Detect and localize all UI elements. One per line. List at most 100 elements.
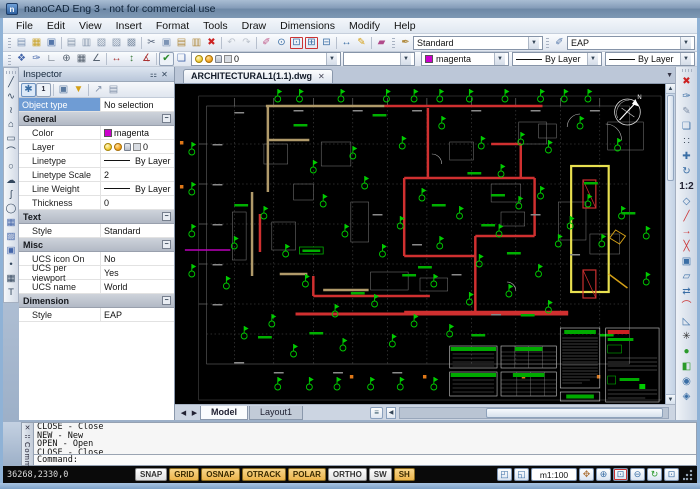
text-style-combo[interactable]: Standard ▼ <box>413 35 543 50</box>
fillet-icon[interactable]: ⌒ <box>678 299 695 314</box>
move-icon[interactable]: ✚ <box>678 149 695 164</box>
scale-icon[interactable]: 1:2 <box>678 179 695 194</box>
toolbar-grip[interactable] <box>392 37 395 48</box>
save-icon[interactable]: ▣ <box>44 36 59 50</box>
status-toggle-grid[interactable]: GRID <box>169 468 200 481</box>
menu-dimensions[interactable]: Dimensions <box>273 19 342 33</box>
zoom-in-icon[interactable]: ⊕ <box>596 468 611 481</box>
property-row-color[interactable]: Color magenta <box>19 126 174 140</box>
property-row-linetype[interactable]: Linetype By Layer <box>19 154 174 168</box>
property-row-thickness[interactable]: Thickness 0 <box>19 196 174 210</box>
dim-aligned-icon[interactable]: ↕ <box>124 52 139 66</box>
paste-icon[interactable]: ▤ <box>174 36 189 50</box>
status-toggle-ortho[interactable]: ORTHO <box>327 468 367 481</box>
property-row-style[interactable]: Style Standard <box>19 224 174 238</box>
document-tab[interactable]: ARCHITECTURAL1(1.1).dwg ✕ <box>183 69 333 83</box>
status-toggle-osnap[interactable]: OSNAP <box>201 468 240 481</box>
horizontal-scrollbar[interactable] <box>399 406 669 419</box>
raster-tool-icon[interactable]: ▣ <box>4 244 18 258</box>
tab-model[interactable]: Model <box>200 405 248 420</box>
close-icon[interactable]: ✕ <box>159 70 170 79</box>
chevron-down-icon[interactable]: ▼ <box>680 36 691 49</box>
osnap-settings-icon[interactable]: ⊕ <box>59 52 74 66</box>
grid-settings-icon[interactable]: ▦ <box>74 52 89 66</box>
erase-icon[interactable]: ✐ <box>259 36 274 50</box>
zoom-realtime-icon[interactable]: ⊙ <box>274 36 289 50</box>
pline-edit-tool-icon[interactable]: ≀ <box>4 104 18 118</box>
pin-icon[interactable]: ⚏ <box>148 70 159 79</box>
close-tab-icon[interactable]: ✕ <box>318 72 325 81</box>
stretch-icon[interactable]: ◇ <box>678 194 695 209</box>
array-icon[interactable]: ∷ <box>678 134 695 149</box>
dim-angular-icon[interactable]: ∡ <box>139 52 154 66</box>
chevron-down-icon[interactable]: ▼ <box>400 53 411 65</box>
rectangle-tool-icon[interactable]: ▭ <box>4 132 18 146</box>
chevron-down-icon[interactable]: ▼ <box>528 36 539 49</box>
command-input[interactable]: Command: <box>34 454 696 465</box>
inspector-section-general[interactable]: General − <box>19 112 174 126</box>
vertical-scrollbar[interactable]: ▲ ▼ <box>665 84 675 404</box>
layer-lock-icon[interactable] <box>215 55 222 63</box>
toolbar-grip[interactable] <box>8 37 11 48</box>
inspector-section-dimension[interactable]: Dimension − <box>19 294 174 308</box>
property-row-linetype-scale[interactable]: Linetype Scale 2 <box>19 168 174 182</box>
extend-icon[interactable]: → <box>678 224 695 239</box>
redo-icon[interactable]: ↷ <box>239 36 254 50</box>
send-icon[interactable]: ↗ <box>91 83 106 97</box>
text-tool-icon[interactable]: T <box>4 286 18 300</box>
status-toggle-snap[interactable]: SNAP <box>135 468 168 481</box>
tab-scroll-right-icon[interactable]: ▶ <box>189 407 200 418</box>
property-row-ucs-per-viewport[interactable]: UCS per viewport Yes <box>19 263 174 283</box>
menu-help[interactable]: Help <box>387 19 423 33</box>
layer-on-icon[interactable] <box>195 55 203 63</box>
trim-icon[interactable]: ╱ <box>678 209 695 224</box>
plot-preview-icon[interactable]: ▥ <box>79 36 94 50</box>
menu-draw[interactable]: Draw <box>235 19 274 33</box>
break-icon[interactable]: ╳ <box>678 239 695 254</box>
text-style-icon[interactable]: ✒ <box>398 36 413 50</box>
property-row-layer[interactable]: Layer 0 <box>19 140 174 154</box>
layer-combo[interactable]: 0 ▼ <box>191 52 341 66</box>
publish-icon[interactable]: ▧ <box>94 36 109 50</box>
report-icon[interactable]: ▤ <box>106 83 121 97</box>
polar-tool-icon[interactable]: ∠ <box>89 52 104 66</box>
scroll-down-icon[interactable]: ▼ <box>666 394 675 404</box>
collapse-icon[interactable]: − <box>162 240 171 249</box>
menu-file[interactable]: File <box>9 19 40 33</box>
export-icon[interactable]: ▨ <box>109 36 124 50</box>
menu-format[interactable]: Format <box>149 19 196 33</box>
offset-icon[interactable]: ▱ <box>678 269 695 284</box>
menu-modify[interactable]: Modify <box>342 19 387 33</box>
chevron-down-icon[interactable]: ▼ <box>326 53 337 65</box>
menu-tools[interactable]: Tools <box>196 19 235 33</box>
mode-all-icon[interactable]: ✱ <box>21 82 36 97</box>
circle-tool-icon[interactable]: ○ <box>4 160 18 174</box>
zoom-extents-icon[interactable]: ⊟ <box>319 36 334 50</box>
menu-view[interactable]: View <box>72 19 109 33</box>
toolbar-grip[interactable] <box>8 53 11 65</box>
status-toggle-sh[interactable]: SH <box>393 468 415 481</box>
properties-icon[interactable]: ❖ <box>14 52 29 66</box>
zoom-dynamic-icon[interactable]: ⊞ <box>304 36 319 50</box>
layer-lock-icon[interactable] <box>124 142 131 151</box>
status-toggle-otrack[interactable]: OTRACK <box>241 468 286 481</box>
layers-icon[interactable]: ❏ <box>174 52 189 66</box>
scale-selector[interactable]: m1:100 <box>531 468 577 481</box>
draw-order-icon[interactable]: ◰ <box>497 468 512 481</box>
close-icon[interactable]: ✕ <box>25 424 31 432</box>
gradient-tool-icon[interactable]: ▨ <box>4 230 18 244</box>
ellipse-tool-icon[interactable]: ◯ <box>4 202 18 216</box>
menu-edit[interactable]: Edit <box>40 19 72 33</box>
view-lock-icon[interactable]: ◈ <box>678 389 695 404</box>
property-row-ucs-name[interactable]: UCS name World <box>19 280 174 294</box>
chevron-down-icon[interactable]: ▼ <box>494 53 505 65</box>
explode-block-icon[interactable]: ❏ <box>678 119 695 134</box>
copy-object-icon[interactable]: ▣ <box>678 254 695 269</box>
toolbar-grip[interactable] <box>546 37 549 48</box>
explode-icon[interactable]: ✳ <box>678 329 695 344</box>
command-panel-tab[interactable]: ✕ ⚏ Comman <box>21 422 34 478</box>
line-tool-icon[interactable]: ╱ <box>4 76 18 90</box>
layer-on-icon[interactable] <box>104 142 112 151</box>
chevron-down-icon[interactable]: ▼ <box>587 53 598 65</box>
filter-icon[interactable]: ▼ <box>71 83 86 97</box>
